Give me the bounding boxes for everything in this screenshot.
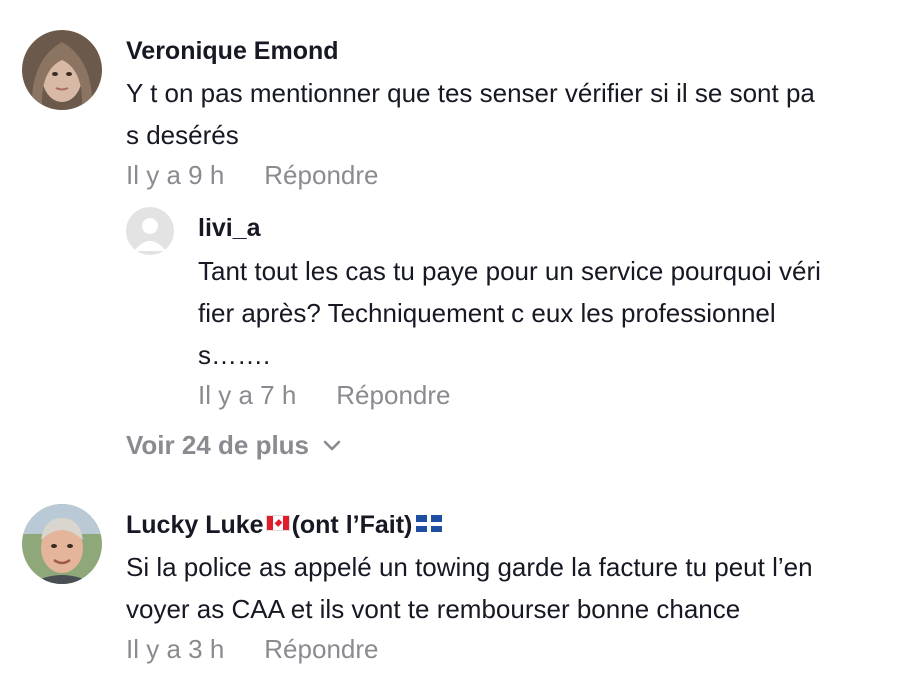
comment-meta: Il y a 7 h Répondre bbox=[198, 380, 450, 411]
quebec-flag-icon bbox=[416, 515, 443, 532]
view-more-replies-button[interactable]: Voir 24 de plus bbox=[126, 430, 341, 461]
timestamp: Il y a 7 h bbox=[198, 380, 297, 410]
view-more-label: Voir 24 de plus bbox=[126, 430, 310, 460]
reply-button[interactable]: Répondre bbox=[336, 380, 450, 410]
comment-text-line: s……. bbox=[198, 340, 271, 370]
comment-text-line: Si la police as appelé un towing garde l… bbox=[126, 552, 813, 582]
avatar[interactable] bbox=[22, 504, 102, 584]
comment-text-line: Y t on pas mentionner que tes senser vér… bbox=[126, 78, 815, 108]
comment-meta: Il y a 9 h Répondre bbox=[126, 160, 378, 191]
author-name[interactable]: Veronique Emond bbox=[126, 37, 339, 66]
author-name[interactable]: livi_a bbox=[198, 214, 261, 243]
timestamp: Il y a 9 h bbox=[126, 160, 225, 190]
reply-button[interactable]: Répondre bbox=[264, 634, 378, 664]
comment-text-line: Tant tout les cas tu paye pour un servic… bbox=[198, 256, 821, 286]
comment-meta: Il y a 3 h Répondre bbox=[126, 634, 378, 665]
default-avatar-icon[interactable] bbox=[126, 207, 174, 255]
avatar[interactable] bbox=[22, 30, 102, 110]
comment-text-line: s desérés bbox=[126, 120, 239, 150]
author-name[interactable]: Lucky Luke (ont l’Fait) bbox=[126, 511, 443, 540]
comment-text-line: fier après? Techniquement c eux les prof… bbox=[198, 298, 776, 328]
reply-button[interactable]: Répondre bbox=[264, 160, 378, 190]
chevron-down-icon bbox=[323, 440, 341, 450]
canada-flag-icon bbox=[265, 515, 290, 531]
timestamp: Il y a 3 h bbox=[126, 634, 225, 664]
comment-text-line: voyer as CAA et ils vont te rembourser b… bbox=[126, 594, 741, 624]
